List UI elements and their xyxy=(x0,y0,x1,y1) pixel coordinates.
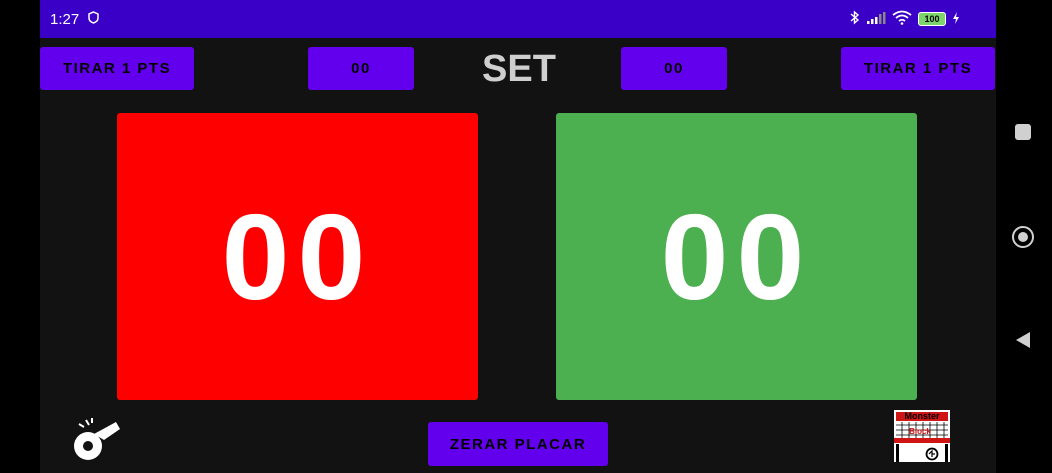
status-time: 1:27 xyxy=(50,11,80,28)
set-label: SET xyxy=(482,48,556,90)
recents-square-icon[interactable] xyxy=(1015,124,1031,140)
reset-score-button[interactable]: ZERAR PLACAR xyxy=(428,422,608,466)
shield-icon xyxy=(88,11,99,27)
left-sets-counter[interactable]: 00 xyxy=(308,47,414,90)
bluetooth-icon xyxy=(850,10,860,28)
right-remove-point-button[interactable]: TIRAR 1 PTS xyxy=(841,47,995,90)
left-score-panel[interactable]: 00 xyxy=(117,113,478,400)
monster-block-logo: Monster Block xyxy=(892,408,952,464)
home-circle-icon[interactable] xyxy=(1012,226,1034,248)
left-score: 00 xyxy=(221,188,374,325)
back-triangle-icon[interactable] xyxy=(1014,330,1032,355)
right-score: 00 xyxy=(660,188,813,325)
status-icons: 100 xyxy=(850,10,960,28)
system-navigation-bar xyxy=(996,0,1052,473)
signal-icon xyxy=(866,11,886,28)
whistle-icon[interactable] xyxy=(70,414,122,471)
svg-text:Block: Block xyxy=(909,427,931,436)
battery-icon: 100 xyxy=(918,12,946,26)
status-bar: 1:27 100 xyxy=(40,0,996,38)
scoreboard-app: 1:27 100 TIRAR 1 PTS 00 SET 00 TIRAR 1 P… xyxy=(40,0,996,473)
svg-text:Monster: Monster xyxy=(904,411,940,421)
left-remove-point-button[interactable]: TIRAR 1 PTS xyxy=(40,47,194,90)
right-score-panel[interactable]: 00 xyxy=(556,113,917,400)
wifi-icon xyxy=(892,10,912,28)
right-sets-counter[interactable]: 00 xyxy=(621,47,727,90)
charging-icon xyxy=(952,11,960,27)
